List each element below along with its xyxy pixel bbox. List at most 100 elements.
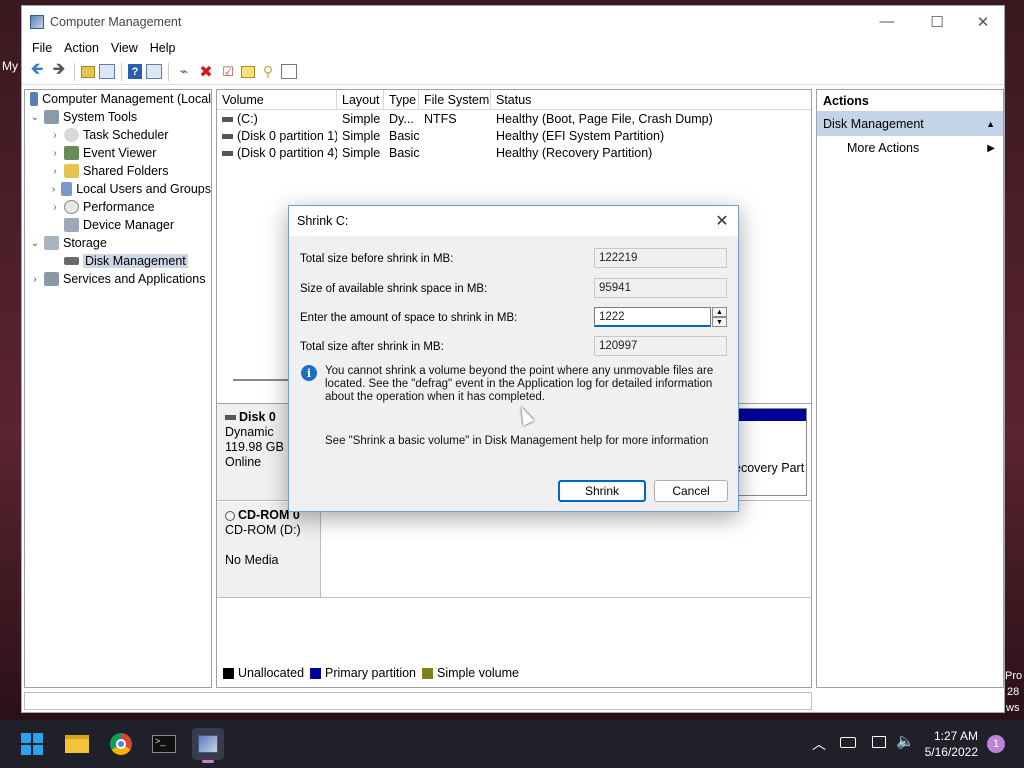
maximize-button[interactable]: ☐ <box>914 6 960 37</box>
active-indicator <box>202 760 214 763</box>
cdrom-info: CD-ROM 0 CD-ROM (D:) No Media <box>217 502 321 597</box>
shrink-amount-stepper[interactable]: ▲ ▼ <box>712 307 727 327</box>
computer-management-taskbar-button[interactable] <box>192 728 224 763</box>
volume-status: Healthy (Recovery Partition) <box>496 145 653 160</box>
volume-row[interactable]: (Disk 0 partition 1) Simple Basic Health… <box>217 127 811 144</box>
tree-item-shared-folders[interactable]: › Shared Folders <box>25 162 211 180</box>
menu-help[interactable]: Help <box>144 41 182 55</box>
actions-section-disk-management[interactable]: Disk Management ▲ <box>817 112 1003 136</box>
recovery-partition-block[interactable]: ecovery Part <box>734 408 807 496</box>
chevron-right-icon[interactable]: › <box>49 184 58 195</box>
tree-item-services[interactable]: › Services and Applications <box>25 270 211 288</box>
volume-row[interactable]: (C:) Simple Dy... NTFS Healthy (Boot, Pa… <box>217 110 811 127</box>
up-folder-icon[interactable] <box>81 65 95 78</box>
desktop-label[interactable]: My <box>2 59 18 73</box>
show-action-pane-icon[interactable] <box>146 64 162 79</box>
title-bar[interactable]: Computer Management — ☐ ✕ <box>22 6 1004 37</box>
tree-item-local-users[interactable]: › Local Users and Groups <box>25 180 211 198</box>
navigation-tree: Computer Management (Local ⌄ System Tool… <box>24 89 212 688</box>
column-header-status[interactable]: Status <box>491 90 811 109</box>
column-header-volume[interactable]: Volume <box>217 90 337 109</box>
tree-label: Services and Applications <box>63 272 206 286</box>
tree-item-device-manager[interactable]: Device Manager <box>25 216 211 234</box>
menu-file[interactable]: File <box>26 41 58 55</box>
partition-label: ecovery Part <box>734 461 805 475</box>
keyboard-icon[interactable] <box>840 737 856 748</box>
taskbar-clock[interactable]: 1:27 AM 5/16/2022 <box>925 728 978 760</box>
column-header-layout[interactable]: Layout <box>337 90 384 109</box>
stepper-down-icon[interactable]: ▼ <box>712 317 727 327</box>
tree-item-disk-management[interactable]: Disk Management <box>25 252 211 270</box>
legend-swatch <box>310 668 322 680</box>
disk-row-cdrom[interactable]: CD-ROM 0 CD-ROM (D:) No Media <box>217 502 811 598</box>
legend-label: Primary partition <box>325 666 417 680</box>
disk-icon <box>64 257 79 265</box>
window-title: Computer Management <box>50 14 182 29</box>
tree-label: Performance <box>83 200 155 214</box>
delete-icon[interactable]: ✖ <box>197 63 215 81</box>
close-button[interactable]: ✕ <box>960 6 1006 37</box>
column-header-file-system[interactable]: File System <box>419 90 491 109</box>
tree-item-performance[interactable]: › Performance <box>25 198 211 216</box>
tree-item-storage[interactable]: ⌄ Storage <box>25 234 211 252</box>
toolbar: 🡸 🡺 ? ⌁ ✖ ☑ ⚲ <box>22 59 1004 85</box>
terminal-icon: >_ <box>152 735 176 753</box>
volume-row[interactable]: (Disk 0 partition 4) Simple Basic Health… <box>217 144 811 161</box>
chrome-button[interactable] <box>105 728 137 760</box>
horizontal-scrollbar[interactable] <box>233 379 293 381</box>
tree-item-event-viewer[interactable]: › Event Viewer <box>25 144 211 162</box>
volume-name: (Disk 0 partition 1) <box>237 128 337 143</box>
volume-layout: Simple <box>342 111 381 126</box>
stepper-up-icon[interactable]: ▲ <box>712 307 727 317</box>
chevron-right-icon[interactable]: › <box>29 274 41 285</box>
tree-item-system-tools[interactable]: ⌄ System Tools <box>25 108 211 126</box>
action-more-actions[interactable]: More Actions ▶ <box>817 136 1003 160</box>
notification-badge[interactable]: 1 <box>987 735 1005 753</box>
status-bar <box>24 692 812 710</box>
tree-label: Computer Management (Local <box>42 92 211 106</box>
shrink-amount-input[interactable]: 1222 <box>594 307 711 327</box>
collapse-up-icon[interactable]: ▲ <box>986 119 995 129</box>
column-header-type[interactable]: Type <box>384 90 419 109</box>
file-explorer-button[interactable] <box>61 728 93 760</box>
help-icon[interactable]: ? <box>128 64 142 79</box>
minimize-button[interactable]: — <box>864 6 910 37</box>
chevron-down-icon[interactable]: ⌄ <box>29 112 41 123</box>
show-hide-tree-icon[interactable] <box>99 64 115 79</box>
connect-icon[interactable]: ⌁ <box>175 63 193 81</box>
cancel-button[interactable]: Cancel <box>654 480 728 502</box>
tree-item-computer-management[interactable]: Computer Management (Local <box>25 90 211 108</box>
start-button[interactable] <box>16 728 48 760</box>
back-arrow-icon[interactable]: 🡸 <box>28 61 46 81</box>
volume-type: Basic <box>389 128 419 143</box>
desktop-edge-text-1: Pro <box>1005 670 1023 682</box>
chevron-right-icon[interactable]: › <box>49 130 61 141</box>
chevron-right-icon[interactable]: › <box>49 202 61 213</box>
help-text: See "Shrink a basic volume" in Disk Mana… <box>325 435 709 447</box>
computer-management-icon <box>30 92 39 106</box>
dialog-close-button[interactable]: ✕ <box>706 206 738 236</box>
check-disk-icon[interactable]: ☑ <box>219 63 237 81</box>
menu-action[interactable]: Action <box>58 41 105 55</box>
search-icon[interactable]: ⚲ <box>259 63 277 81</box>
legend-swatch <box>223 668 234 680</box>
open-folder-icon[interactable] <box>241 65 255 78</box>
menu-view[interactable]: View <box>105 41 144 55</box>
chevron-right-icon[interactable]: › <box>49 166 61 177</box>
legend: Unallocated Primary partition Simple vol… <box>223 666 519 680</box>
shrink-button[interactable]: Shrink <box>558 480 646 502</box>
computer-management-icon <box>198 735 218 753</box>
volume-icon[interactable]: 🔈 <box>896 732 915 750</box>
terminal-button[interactable]: >_ <box>148 728 180 760</box>
forward-arrow-icon[interactable]: 🡺 <box>50 61 68 81</box>
chevron-down-icon[interactable]: ⌄ <box>29 238 41 249</box>
tree-item-task-scheduler[interactable]: › Task Scheduler <box>25 126 211 144</box>
tray-chevron-up-icon[interactable]: ︿ <box>812 734 826 754</box>
network-icon[interactable] <box>872 736 886 748</box>
chevron-right-icon[interactable]: › <box>49 148 61 159</box>
shared-folder-icon <box>64 164 79 178</box>
properties-icon[interactable] <box>281 64 297 79</box>
folder-icon <box>65 735 89 753</box>
dialog-title-bar[interactable]: Shrink C: ✕ <box>289 206 738 236</box>
volume-type: Basic <box>389 145 419 160</box>
